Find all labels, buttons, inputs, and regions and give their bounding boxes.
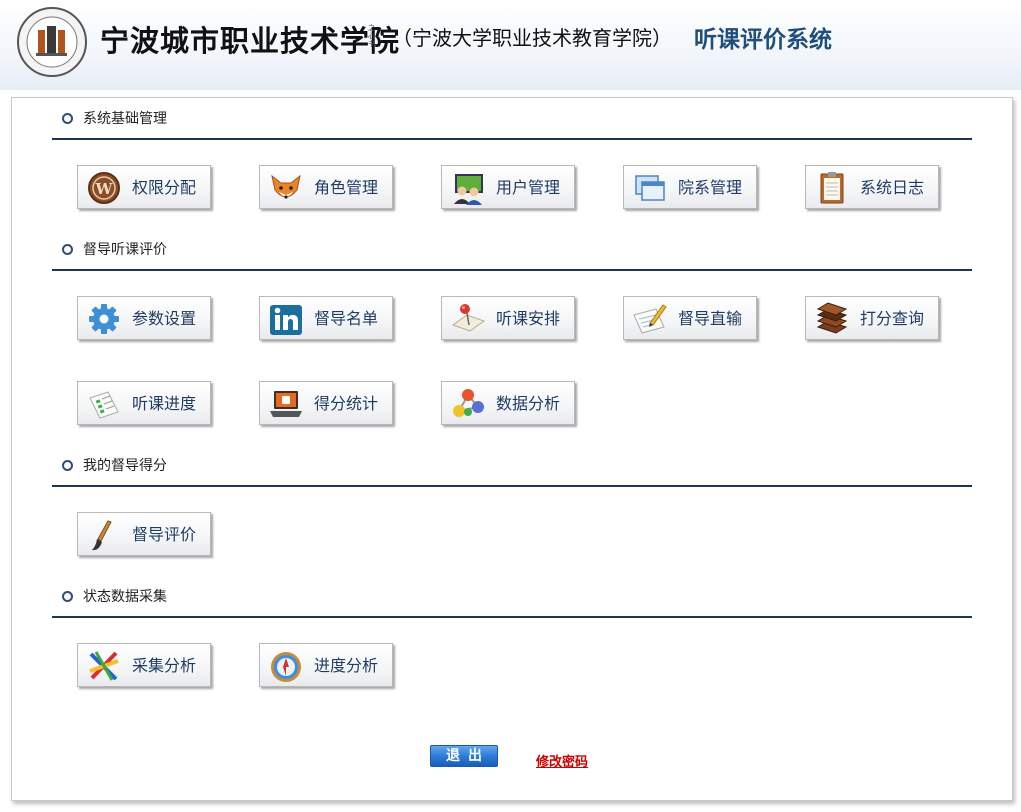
linkedin-icon <box>270 305 302 335</box>
bullet-ring-icon <box>62 591 73 602</box>
data-analysis-button[interactable]: 数据分析 <box>441 381 575 425</box>
clipboard-icon <box>820 172 844 204</box>
score-statistics-button[interactable]: 得分统计 <box>259 381 393 425</box>
tile-label: 权限分配 <box>132 178 197 197</box>
school-subtitle: （宁波大学职业技术教育学院） <box>392 26 672 50</box>
tile-label: 听课安排 <box>496 309 561 328</box>
tile-label: 进度分析 <box>314 656 379 675</box>
tile-label: 打分查询 <box>860 309 925 328</box>
exit-button[interactable]: 退出 <box>430 745 498 767</box>
windows-icon <box>635 175 665 201</box>
tile-label: 参数设置 <box>132 309 197 328</box>
system-title: 听课评价系统 <box>694 27 832 53</box>
pencils-icon <box>89 651 119 681</box>
section-divider <box>52 138 972 140</box>
school-name: 宁波城市职业技术学院 <box>100 24 401 58</box>
section-title-my-score: 我的督导得分 <box>62 455 167 477</box>
molecule-icon <box>453 389 484 417</box>
paintbrush-icon <box>92 520 112 551</box>
supervisor-list-button[interactable]: 督导名单 <box>259 296 393 340</box>
tile-label: 督导名单 <box>314 309 379 328</box>
role-management-button[interactable]: 角色管理 <box>259 165 393 209</box>
svg-text:W: W <box>95 180 114 198</box>
parameter-settings-button[interactable]: 参数设置 <box>77 296 211 340</box>
fox-icon <box>271 174 301 199</box>
pencil-note-icon <box>633 304 667 334</box>
change-password-link[interactable]: 修改密码 <box>536 751 588 770</box>
laptop-icon <box>270 391 302 417</box>
supervision-evaluation-button[interactable]: 督导评价 <box>77 512 211 556</box>
tile-label: 用户管理 <box>496 178 561 197</box>
user-management-button[interactable]: 用户管理 <box>441 165 575 209</box>
tile-label: 得分统计 <box>314 394 379 413</box>
tile-label: 听课进度 <box>132 394 197 413</box>
tile-label: 采集分析 <box>132 656 197 675</box>
section-title-basic-management: 系统基础管理 <box>62 108 167 130</box>
page-header: 宁波城市职业技术学院 之心书 （宁波大学职业技术教育学院） 听课评价系统 <box>0 0 1021 90</box>
tile-label: 督导评价 <box>132 525 197 544</box>
supervisor-direct-input-button[interactable]: 督导直输 <box>623 296 757 340</box>
document-list-icon <box>89 391 119 419</box>
main-panel: 系统基础管理 W 权限分配 角色管理 用户管理 院系管理 系统日志 督导听课评价… <box>11 97 1013 801</box>
users-monitor-icon <box>454 174 483 205</box>
department-management-button[interactable]: 院系管理 <box>623 165 757 209</box>
section-divider <box>52 485 972 487</box>
bullet-ring-icon <box>62 460 73 471</box>
books-icon <box>816 302 848 334</box>
tile-label: 院系管理 <box>678 178 743 197</box>
section-title-supervision: 督导听课评价 <box>62 239 167 261</box>
gear-icon <box>89 304 119 334</box>
tile-label: 数据分析 <box>496 394 561 413</box>
wordpress-icon: W <box>88 172 120 204</box>
lecture-progress-button[interactable]: 听课进度 <box>77 381 211 425</box>
pushpin-icon <box>451 304 486 332</box>
tile-label: 督导直输 <box>678 309 743 328</box>
progress-analysis-button[interactable]: 进度分析 <box>259 643 393 687</box>
calligraphy-seal: 之心书 <box>368 24 375 48</box>
compass-icon <box>271 652 301 682</box>
college-emblem-logo <box>17 7 87 77</box>
section-divider <box>52 269 972 271</box>
tile-label: 系统日志 <box>860 178 925 197</box>
section-title-status-data: 状态数据采集 <box>62 586 167 608</box>
tile-label: 角色管理 <box>314 178 379 197</box>
collection-analysis-button[interactable]: 采集分析 <box>77 643 211 687</box>
lecture-schedule-button[interactable]: 听课安排 <box>441 296 575 340</box>
bullet-ring-icon <box>62 244 73 255</box>
permission-assign-button[interactable]: W 权限分配 <box>77 165 211 209</box>
score-query-button[interactable]: 打分查询 <box>805 296 939 340</box>
bullet-ring-icon <box>62 113 73 124</box>
section-divider <box>52 616 972 618</box>
system-log-button[interactable]: 系统日志 <box>805 165 939 209</box>
